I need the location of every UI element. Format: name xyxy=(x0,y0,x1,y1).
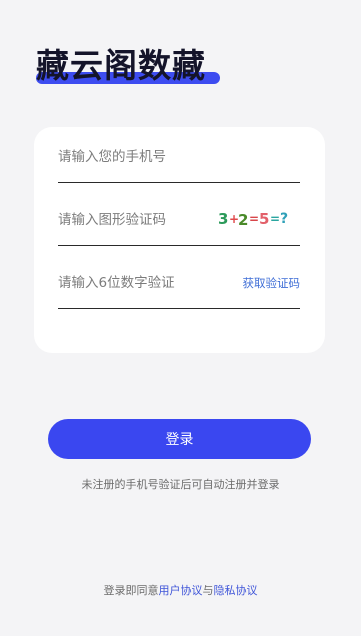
agreement-prefix: 登录即同意 xyxy=(103,584,159,597)
login-button[interactable]: 登录 xyxy=(48,419,311,459)
login-page: 藏云阁数藏 3 + 2 = 5 = ? 获取验证码 xyxy=(0,0,361,636)
captcha-image[interactable]: 3 + 2 = 5 = ? xyxy=(214,205,300,231)
sms-code-field: 获取验证码 xyxy=(58,253,300,309)
svg-text:?: ? xyxy=(280,211,288,227)
brand-title: 藏云阁数藏 xyxy=(36,46,206,85)
privacy-agreement-link[interactable]: 隐私协议 xyxy=(214,584,258,597)
captcha-image-graphic: 3 + 2 = 5 = ? xyxy=(218,210,288,229)
sms-code-input[interactable] xyxy=(58,270,243,291)
captcha-field: 3 + 2 = 5 = ? xyxy=(58,191,300,246)
svg-text:=: = xyxy=(270,212,280,226)
svg-text:=: = xyxy=(249,212,259,226)
svg-text:3: 3 xyxy=(218,210,228,228)
agreement-joiner: 与 xyxy=(202,584,214,597)
phone-field xyxy=(58,127,300,183)
login-form-card: 3 + 2 = 5 = ? 获取验证码 xyxy=(34,127,325,353)
auto-register-hint: 未注册的手机号验证后可自动注册并登录 xyxy=(81,478,280,491)
get-sms-code-button[interactable]: 获取验证码 xyxy=(243,271,301,291)
user-agreement-link[interactable]: 用户协议 xyxy=(159,584,203,597)
agreement-text: 登录即同意用户协议与隐私协议 xyxy=(0,582,361,598)
captcha-input[interactable] xyxy=(58,208,214,228)
svg-text:2: 2 xyxy=(238,211,248,229)
brand-logo: 藏云阁数藏 xyxy=(36,46,226,90)
svg-text:5: 5 xyxy=(259,210,269,228)
phone-input[interactable] xyxy=(58,144,300,165)
